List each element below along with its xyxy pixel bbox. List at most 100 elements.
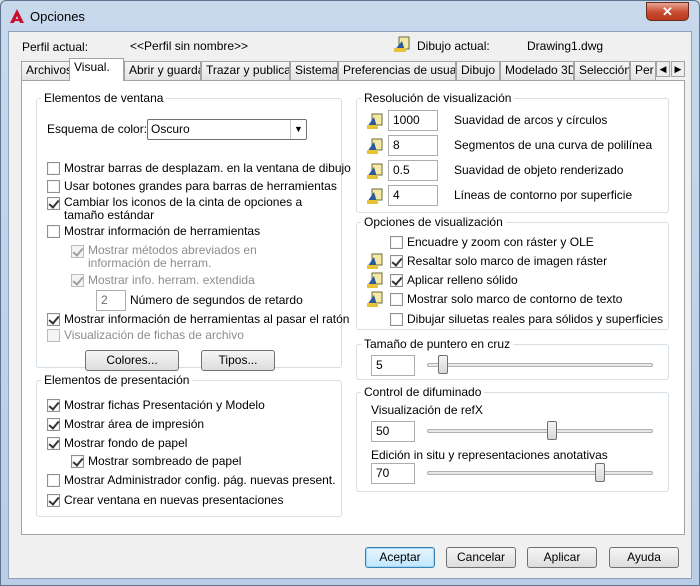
printable-area-label: Mostrar área de impresión xyxy=(64,417,205,431)
page-setup-checkbox[interactable] xyxy=(47,474,60,487)
extended-tooltips-checkbox[interactable] xyxy=(71,274,84,287)
autocad-logo-icon xyxy=(10,9,24,23)
ribbon-icons-label: Cambiar los iconos de la cinta de opcion… xyxy=(64,195,303,222)
profile-label: Perfil actual: xyxy=(22,40,89,54)
paper-shadow-label: Mostrar sombreado de papel xyxy=(88,454,242,468)
inplace-fade-slider-thumb[interactable] xyxy=(595,463,605,482)
tab-sistema[interactable]: Sistema xyxy=(290,61,338,80)
cancel-button[interactable]: Cancelar xyxy=(446,547,516,568)
tooltips-checkbox[interactable] xyxy=(47,225,60,238)
group-title: Resolución de visualización xyxy=(361,91,515,105)
fonts-button[interactable]: Tipos... xyxy=(201,350,275,371)
create-viewport-checkbox[interactable] xyxy=(47,494,60,507)
inplace-fade-slider-track xyxy=(427,471,653,475)
page-setup-label: Mostrar Administrador config. pág. nueva… xyxy=(64,473,336,487)
tooltips-label: Mostrar información de herramientas xyxy=(64,224,261,238)
extended-tooltips-label: Mostrar info. herram. extendida xyxy=(88,273,255,287)
drawing-setting-icon xyxy=(367,253,383,269)
polyline-segments-input[interactable]: 8 xyxy=(388,135,438,156)
crosshair-size-input[interactable]: 5 xyxy=(371,355,415,376)
color-scheme-select[interactable]: Oscuro ▼ xyxy=(147,119,307,140)
tab-archivos[interactable]: Archivos xyxy=(21,61,70,80)
highlight-raster-frame-checkbox[interactable] xyxy=(390,255,403,268)
highlight-raster-frame-label: Resaltar solo marco de imagen ráster xyxy=(407,254,608,268)
ribbon-icons-checkbox[interactable] xyxy=(47,197,60,210)
render-smoothness-input[interactable]: 0.5 xyxy=(388,160,438,181)
tab-abrir-guardar[interactable]: Abrir y guardar xyxy=(124,61,201,80)
color-scheme-label: Esquema de color: xyxy=(47,122,148,136)
text-frame-checkbox[interactable] xyxy=(390,293,403,306)
tab-preferencias[interactable]: Preferencias de usuario xyxy=(338,61,456,80)
xref-fade-input[interactable]: 50 xyxy=(371,421,415,442)
group-title: Elementos de ventana xyxy=(41,91,167,105)
drawing-file-icon xyxy=(394,36,410,52)
xref-fade-slider-track xyxy=(427,429,653,433)
solid-fill-checkbox[interactable] xyxy=(390,274,403,287)
tab-perfiles[interactable]: Per xyxy=(630,61,656,80)
rollover-tooltips-checkbox[interactable] xyxy=(47,313,60,326)
file-tabs-checkbox[interactable] xyxy=(47,329,60,342)
help-button[interactable]: Ayuda xyxy=(609,547,679,568)
group-fade-control: Control de difuminado Visualización de r… xyxy=(356,385,669,492)
big-buttons-label: Usar botones grandes para barras de herr… xyxy=(64,179,337,193)
solid-fill-label: Aplicar relleno sólido xyxy=(407,273,518,287)
arc-smoothness-input[interactable]: 1000 xyxy=(388,110,438,131)
silhouettes-label: Dibujar siluetas reales para sólidos y s… xyxy=(407,312,664,326)
shortcut-keys-checkbox[interactable] xyxy=(71,245,84,258)
arc-smoothness-label: Suavidad de arcos y círculos xyxy=(454,113,608,127)
tab-scroll-right-icon[interactable]: ▶ xyxy=(671,61,685,77)
big-buttons-checkbox[interactable] xyxy=(47,180,60,193)
layout-tabs-label: Mostrar fichas Presentación y Modelo xyxy=(64,398,265,412)
title-bar: Opciones ✕ xyxy=(1,1,699,31)
inplace-fade-input[interactable]: 70 xyxy=(371,463,415,484)
drawing-setting-icon xyxy=(367,113,383,129)
close-button[interactable]: ✕ xyxy=(646,2,689,21)
tab-dibujo[interactable]: Dibujo xyxy=(456,61,500,80)
text-frame-label: Mostrar solo marco de contorno de texto xyxy=(407,292,623,306)
create-viewport-label: Crear ventana en nuevas presentaciones xyxy=(64,493,284,507)
group-title: Control de difuminado xyxy=(361,385,485,399)
apply-button[interactable]: Aplicar xyxy=(527,547,597,568)
tab-trazar-publicar[interactable]: Trazar y publicar xyxy=(201,61,290,80)
dialog-client: Perfil actual: <<Perfil sin nombre>> Dib… xyxy=(8,31,692,579)
group-crosshair-size: Tamaño de puntero en cruz 5 xyxy=(356,337,669,380)
shortcut-keys-label: Mostrar métodos abreviados en informació… xyxy=(88,243,257,270)
scrollbars-label: Mostrar barras de desplazam. en la venta… xyxy=(64,161,351,175)
tab-scroll-left-icon[interactable]: ◀ xyxy=(656,61,670,77)
inplace-fade-label: Edición in situ y representaciones anota… xyxy=(371,448,608,462)
polyline-segments-label: Segmentos de una curva de polilínea xyxy=(454,138,653,152)
options-dialog: Opciones ✕ Perfil actual: <<Perfil sin n… xyxy=(0,0,700,586)
group-window-elements: Elementos de ventana Esquema de color: O… xyxy=(36,91,351,371)
xref-fade-label: Visualización de refX xyxy=(371,403,483,417)
layout-tabs-checkbox[interactable] xyxy=(47,399,60,412)
contour-lines-label: Líneas de contorno por superficie xyxy=(454,188,633,202)
paper-bg-label: Mostrar fondo de papel xyxy=(64,436,188,450)
profile-value: <<Perfil sin nombre>> xyxy=(130,39,249,53)
paper-shadow-checkbox[interactable] xyxy=(71,455,84,468)
tab-modelado-3d[interactable]: Modelado 3D xyxy=(500,61,574,80)
window-title: Opciones xyxy=(30,9,85,24)
colors-button[interactable]: Colores... xyxy=(85,350,179,371)
scrollbars-checkbox[interactable] xyxy=(47,162,60,175)
ok-button[interactable]: Aceptar xyxy=(365,547,435,568)
crosshair-slider-thumb[interactable] xyxy=(437,355,448,374)
delay-seconds-input[interactable]: 2 xyxy=(96,290,126,311)
printable-area-checkbox[interactable] xyxy=(47,418,60,431)
tab-seleccion[interactable]: Selección xyxy=(574,61,630,80)
rollover-tooltips-label: Mostrar información de herramientas al p… xyxy=(64,312,350,326)
drawing-setting-icon xyxy=(367,291,383,307)
contour-lines-input[interactable]: 4 xyxy=(388,185,438,206)
chevron-down-icon: ▼ xyxy=(290,120,306,139)
paper-bg-checkbox[interactable] xyxy=(47,437,60,450)
color-scheme-value: Oscuro xyxy=(151,122,190,136)
tab-visual[interactable]: Visual. xyxy=(69,58,124,81)
tab-panel-visual: Elementos de ventana Esquema de color: O… xyxy=(21,80,685,535)
group-display-resolution: Resolución de visualización 1000 Suavida… xyxy=(356,91,669,213)
silhouettes-checkbox[interactable] xyxy=(390,313,403,326)
file-tabs-label: Visualización de fichas de archivo xyxy=(64,328,244,342)
drawing-value: Drawing1.dwg xyxy=(527,39,604,53)
pan-zoom-raster-checkbox[interactable] xyxy=(390,236,403,249)
tab-strip: Archivos Visual. Abrir y guardar Trazar … xyxy=(21,58,689,81)
group-layout-elements: Elementos de presentación Mostrar fichas… xyxy=(36,373,342,517)
xref-fade-slider-thumb[interactable] xyxy=(547,421,557,440)
